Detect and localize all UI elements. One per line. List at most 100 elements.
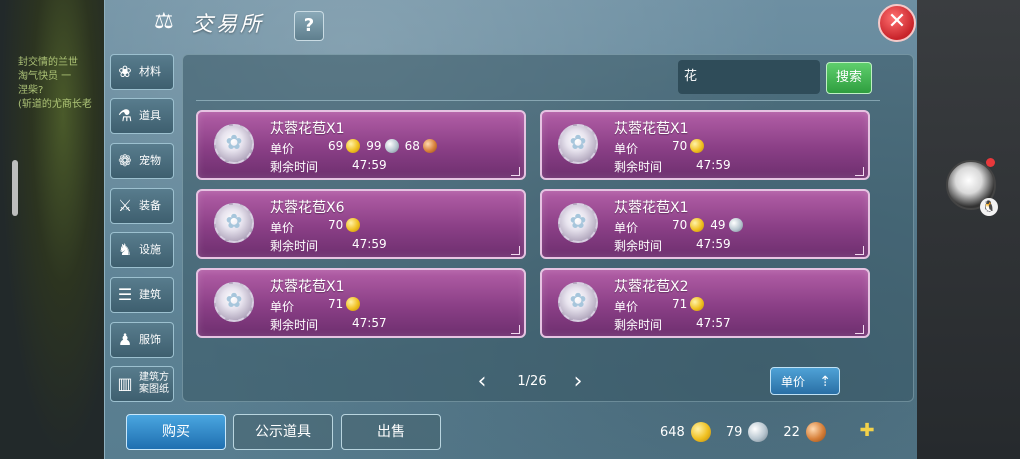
penguin-icon[interactable]: 🐧	[980, 198, 998, 216]
equipment-icon: ⚔	[117, 196, 133, 215]
time-remaining: 47:59	[352, 158, 387, 172]
paw-icon: ❁	[118, 151, 132, 170]
time-remaining: 47:57	[696, 316, 731, 330]
copper-amount: 22	[783, 424, 800, 440]
public-items-button[interactable]: 公示道具	[233, 414, 333, 450]
category-clothing[interactable]: ♟ 服饰	[110, 322, 174, 358]
gold-amount: 648	[660, 424, 685, 440]
category-materials[interactable]: ❀ 材料	[110, 54, 174, 90]
category-facilities[interactable]: ♞ 设施	[110, 232, 174, 268]
page-indicator: 1/26	[517, 374, 547, 389]
time-remaining: 47:57	[352, 316, 387, 330]
sort-label: 单价	[781, 375, 806, 389]
category-label: 设施	[139, 243, 161, 256]
time-label: 剩余时间	[614, 160, 663, 174]
gold-coin-icon	[690, 139, 705, 153]
price-value: 71	[328, 297, 363, 311]
item-name: 苁蓉花苞X1	[614, 121, 689, 137]
gold-coin-icon	[690, 218, 705, 232]
facility-icon: ♞	[117, 240, 133, 259]
price-value: 71	[672, 297, 707, 311]
listing-card[interactable]: 苁蓉花苞X2 单价 71 剩余时间 47:57	[540, 268, 870, 338]
prev-page-button[interactable]: ‹	[472, 371, 492, 393]
price-amount: 71	[328, 297, 344, 311]
copper-coin-icon	[422, 139, 437, 153]
price-value: 70 49	[672, 218, 746, 232]
time-label: 剩余时间	[614, 318, 663, 332]
category-label: 装备	[139, 199, 161, 212]
flower-bud-icon	[214, 203, 254, 243]
copper-coin-icon	[805, 422, 826, 442]
price-amount: 71	[672, 297, 688, 311]
price-value: 70	[328, 218, 363, 232]
price-amount: 99	[366, 139, 382, 153]
price-label: 单价	[270, 142, 295, 156]
item-name: 苁蓉花苞X6	[270, 200, 345, 216]
card-corner	[511, 325, 520, 334]
category-items[interactable]: ⚗ 道具	[110, 98, 174, 134]
category-label: 宠物	[139, 154, 161, 167]
flower-bud-icon	[214, 282, 254, 322]
time-remaining: 47:59	[696, 237, 731, 251]
price-label: 单价	[614, 300, 639, 314]
chat-line: 涅柴?	[18, 85, 44, 96]
time-label: 剩余时间	[614, 239, 663, 253]
time-label: 剩余时间	[270, 318, 319, 332]
card-corner	[855, 246, 864, 255]
category-label: 服饰	[139, 333, 161, 346]
category-buildings[interactable]: ☰ 建筑	[110, 277, 174, 313]
sell-button[interactable]: 出售	[341, 414, 441, 450]
gold-coin-icon	[690, 422, 711, 442]
sort-by-price-button[interactable]: 单价 ⇡	[770, 367, 840, 395]
card-corner	[855, 167, 864, 176]
flower-bud-icon	[558, 282, 598, 322]
price-label: 单价	[614, 221, 639, 235]
close-icon: ✕	[887, 9, 907, 34]
time-label: 剩余时间	[270, 239, 319, 253]
item-name: 苁蓉花苞X2	[614, 279, 689, 295]
category-blueprints[interactable]: ▥ 建筑方案图纸	[110, 366, 174, 402]
page-title: 交易所	[192, 12, 264, 36]
category-label: 道具	[139, 109, 161, 122]
item-name: 苁蓉花苞X1	[614, 200, 689, 216]
category-label: 建筑方案图纸	[139, 372, 169, 395]
clothing-icon: ♟	[117, 330, 133, 349]
next-page-button[interactable]: ›	[568, 371, 588, 393]
notification-dot	[986, 158, 995, 167]
help-button[interactable]: ?	[294, 11, 324, 41]
sort-arrow-icon: ⇡	[819, 374, 831, 390]
price-label: 单价	[614, 142, 639, 156]
search-button[interactable]: 搜索	[826, 62, 872, 94]
scale-icon: ⚖	[154, 9, 174, 34]
price-amount: 68	[404, 139, 420, 153]
listing-card[interactable]: 苁蓉花苞X6 单价 70 剩余时间 47:59	[196, 189, 526, 259]
price-value: 69 99 68	[328, 139, 440, 153]
buy-button[interactable]: 购买	[126, 414, 226, 450]
world-scroll-handle[interactable]	[12, 160, 18, 216]
listing-card[interactable]: 苁蓉花苞X1 单价 71 剩余时间 47:57	[196, 268, 526, 338]
price-amount: 70	[672, 218, 688, 232]
close-button[interactable]: ✕	[878, 4, 916, 42]
flower-bud-icon	[558, 124, 598, 164]
silver-coin-icon	[384, 139, 399, 153]
materials-icon: ❀	[118, 62, 132, 81]
plus-icon: ✚	[859, 420, 875, 441]
category-label: 材料	[139, 65, 161, 78]
search-input[interactable]: 花	[678, 60, 820, 94]
category-label: 建筑	[139, 288, 161, 301]
gold-coin-icon	[346, 297, 361, 311]
listing-card[interactable]: 苁蓉花苞X1 单价 70 49 剩余时间 47:59	[540, 189, 870, 259]
world-chat-overlay: 封交情的兰世 淘气快员 一 涅柴? (斩道的尤商长老	[18, 56, 108, 112]
category-pets[interactable]: ❁ 宠物	[110, 143, 174, 179]
item-name: 苁蓉花苞X1	[270, 121, 345, 137]
potion-icon: ⚗	[117, 106, 133, 125]
listing-card[interactable]: 苁蓉花苞X1 单价 70 剩余时间 47:59	[540, 110, 870, 180]
price-label: 单价	[270, 221, 295, 235]
silver-coin-icon	[748, 422, 769, 442]
flower-bud-icon	[214, 124, 254, 164]
silver-amount: 79	[725, 424, 743, 440]
add-currency-button[interactable]: ✚	[856, 420, 878, 442]
category-equipment[interactable]: ⚔ 装备	[110, 188, 174, 224]
listing-card[interactable]: 苁蓉花苞X1 单价 69 99 68 剩余时间 47:59	[196, 110, 526, 180]
price-value: 70	[672, 139, 707, 153]
